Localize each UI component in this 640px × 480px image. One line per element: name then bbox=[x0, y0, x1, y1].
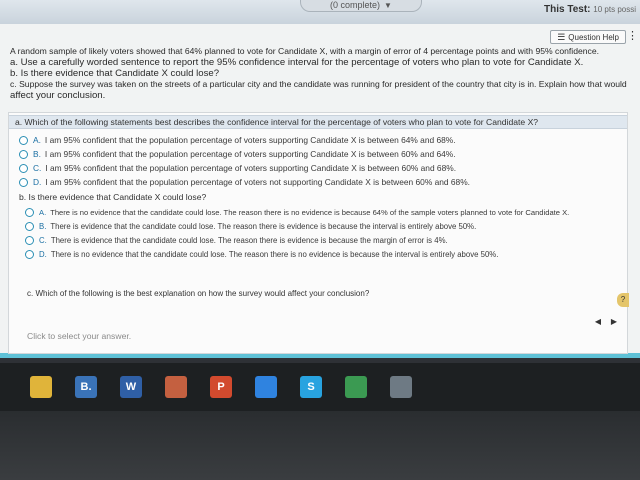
part-a-prompt: a. Which of the following statements bes… bbox=[9, 115, 627, 129]
part-a-option-a[interactable]: A. I am 95% confident that the population… bbox=[19, 135, 456, 145]
progress-indicator[interactable]: (0 complete) ▼ bbox=[300, 0, 422, 12]
part-b-prompt: b. Is there evidence that Candidate X co… bbox=[19, 192, 207, 202]
taskbar: B. W P S bbox=[0, 363, 640, 411]
part-a-option-b[interactable]: B. I am 95% confident that the population… bbox=[19, 149, 456, 159]
part-b-option-c[interactable]: C. There is evidence that the candidate c… bbox=[25, 236, 448, 245]
question-intro: A random sample of likely voters showed … bbox=[10, 46, 600, 56]
radio-button[interactable] bbox=[19, 135, 28, 145]
list-icon: ☰ bbox=[557, 32, 566, 42]
blackboard-icon[interactable]: B. bbox=[75, 376, 97, 398]
question-help-label: Question Help bbox=[568, 33, 619, 42]
part-b-option-d[interactable]: D. There is no evidence that the candidat… bbox=[25, 250, 498, 259]
radio-button[interactable] bbox=[25, 222, 34, 231]
scroll-right-icon[interactable]: ▶ bbox=[611, 317, 617, 326]
test-label: This Test: bbox=[544, 4, 591, 15]
scroll-left-icon[interactable]: ◀ bbox=[595, 317, 601, 326]
radio-button[interactable] bbox=[25, 236, 34, 245]
powerpoint-icon[interactable]: P bbox=[210, 376, 232, 398]
part-a-option-c[interactable]: C. I am 95% confident that the population… bbox=[19, 163, 456, 173]
question-part-c-line1: c. Suppose the survey was taken on the s… bbox=[10, 79, 627, 89]
radio-button[interactable] bbox=[19, 177, 28, 187]
chevron-down-icon[interactable]: ▼ bbox=[384, 1, 392, 10]
answer-parts-box: a. Which of the following statements bes… bbox=[8, 112, 629, 354]
question-part-c-line2: affect your conclusion. bbox=[10, 90, 106, 101]
answer-select-field[interactable] bbox=[27, 329, 327, 343]
image-icon[interactable] bbox=[165, 376, 187, 398]
part-a-option-d[interactable]: D. I am 95% confident that the population… bbox=[19, 177, 470, 187]
help-tab-icon[interactable]: ? bbox=[617, 293, 629, 307]
radio-button[interactable] bbox=[25, 250, 34, 259]
question-part-b: b. Is there evidence that Candidate X co… bbox=[10, 68, 220, 79]
chrome-icon[interactable] bbox=[345, 376, 367, 398]
photos-icon[interactable] bbox=[390, 376, 412, 398]
question-help-button[interactable]: ☰ Question Help bbox=[550, 30, 626, 44]
radio-button[interactable] bbox=[19, 149, 28, 159]
test-info: This Test: 10 pts possi bbox=[544, 4, 636, 15]
question-panel: ☰ Question Help ⋮ A random sample of like… bbox=[0, 24, 640, 358]
dropbox-icon[interactable] bbox=[255, 376, 277, 398]
test-points: 10 pts possi bbox=[593, 5, 636, 14]
skype-icon[interactable]: S bbox=[300, 376, 322, 398]
progress-text: (0 complete) bbox=[330, 0, 381, 10]
word-icon[interactable]: W bbox=[120, 376, 142, 398]
part-c-prompt: c. Which of the following is the best ex… bbox=[27, 289, 370, 298]
part-b-option-b[interactable]: B. There is evidence that the candidate c… bbox=[25, 222, 476, 231]
radio-button[interactable] bbox=[19, 163, 28, 173]
part-b-option-a[interactable]: A. There is no evidence that the candidat… bbox=[25, 208, 569, 217]
window-top-bar: (0 complete) ▼ This Test: 10 pts possi bbox=[0, 0, 640, 24]
monitor-bezel bbox=[0, 411, 640, 480]
more-options-icon[interactable]: ⋮ bbox=[627, 29, 638, 42]
question-part-a: a. Use a carefully worded sentence to re… bbox=[10, 57, 584, 68]
radio-button[interactable] bbox=[25, 208, 34, 217]
file-explorer-icon[interactable] bbox=[30, 376, 52, 398]
question-prompt: A random sample of likely voters showed … bbox=[10, 46, 627, 101]
